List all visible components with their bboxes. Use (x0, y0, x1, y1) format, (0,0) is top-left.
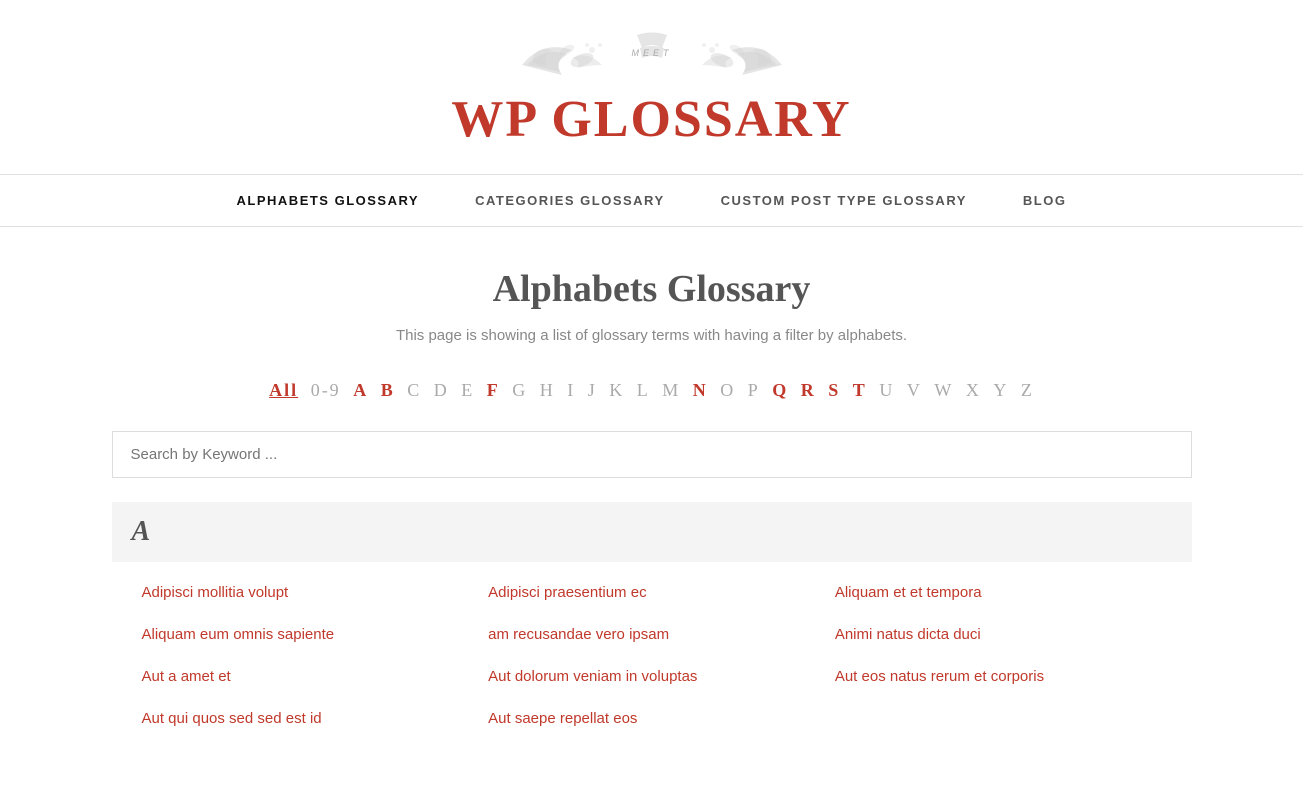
term-link[interactable]: Aut a amet et (142, 668, 231, 685)
nav-list: ALPHABETS GLOSSARYCATEGORIES GLOSSARYCUS… (0, 175, 1303, 226)
alphabet-filter-item[interactable]: M (659, 378, 683, 402)
alphabet-filter-item[interactable]: I (564, 378, 578, 402)
alphabet-filter-item[interactable]: T (850, 378, 870, 402)
glossary-sections: A Adipisci mollitia volupt Adipisci praese… (112, 502, 1192, 760)
section-header: A (112, 502, 1192, 562)
term-cell: Adipisci praesentium ec (478, 572, 825, 614)
alphabet-filter-item[interactable]: D (431, 378, 452, 402)
term-cell: Aut saepe repellat eos (478, 698, 825, 740)
alphabet-filter-item[interactable]: L (634, 378, 653, 402)
table-row: Aliquam eum omnis sapiente am recusandae … (132, 614, 1172, 656)
term-cell: Aut qui quos sed sed est id (132, 698, 479, 740)
term-cell: Adipisci mollitia volupt (132, 572, 479, 614)
alphabet-filter-item[interactable]: X (963, 378, 984, 402)
term-link[interactable]: Adipisci mollitia volupt (142, 584, 289, 601)
term-cell: Aut a amet et (132, 656, 479, 698)
term-link[interactable]: Animi natus dicta duci (835, 626, 981, 643)
alphabet-filter-item[interactable]: Q (769, 378, 791, 402)
alphabet-filter-item[interactable]: A (350, 378, 371, 402)
alphabet-filter-item[interactable]: All (266, 378, 301, 402)
alphabet-filter-item[interactable]: U (876, 378, 897, 402)
nav-link[interactable]: ALPHABETS GLOSSARY (209, 175, 448, 226)
section-letter: A (132, 516, 151, 547)
term-cell: Aut dolorum veniam in voluptas (478, 656, 825, 698)
term-cell: am recusandae vero ipsam (478, 614, 825, 656)
term-link[interactable]: Aut eos natus rerum et corporis (835, 668, 1044, 685)
alphabet-filter-item[interactable]: Z (1018, 378, 1037, 402)
alphabet-filter-item[interactable]: P (745, 378, 763, 402)
svg-text:MEET: MEET (631, 48, 672, 58)
nav-link[interactable]: CUSTOM POST TYPE GLOSSARY (693, 175, 995, 226)
nav-link[interactable]: CATEGORIES GLOSSARY (447, 175, 693, 226)
logo-ornament-svg: MEET (512, 30, 792, 100)
table-row: Aut a amet et Aut dolorum veniam in volup… (132, 656, 1172, 698)
table-row: Adipisci mollitia volupt Adipisci praesen… (132, 572, 1172, 614)
term-link[interactable]: Aut dolorum veniam in voluptas (488, 668, 697, 685)
alphabet-filter-item[interactable]: J (585, 378, 600, 402)
search-input[interactable] (112, 431, 1192, 478)
logo-ornament-container: MEET (20, 30, 1283, 100)
term-link[interactable]: Adipisci praesentium ec (488, 584, 646, 601)
logo-title: WP GLOSSARY (20, 94, 1283, 146)
alphabet-filter-item[interactable]: K (606, 378, 627, 402)
term-grid: Adipisci mollitia volupt Adipisci praesen… (112, 562, 1192, 760)
term-link[interactable]: Aliquam eum omnis sapiente (142, 626, 335, 643)
page-title: Alphabets Glossary (112, 267, 1192, 311)
alphabet-filter-item[interactable]: R (798, 378, 819, 402)
table-row: Aut qui quos sed sed est id Aut saepe rep… (132, 698, 1172, 740)
alphabet-filter-item[interactable]: Y (990, 378, 1011, 402)
main-content: Alphabets Glossary This page is showing … (52, 227, 1252, 800)
site-nav: ALPHABETS GLOSSARYCATEGORIES GLOSSARYCUS… (0, 174, 1303, 227)
term-cell: Aut eos natus rerum et corporis (825, 656, 1172, 698)
term-link[interactable]: am recusandae vero ipsam (488, 626, 669, 643)
term-cell: Animi natus dicta duci (825, 614, 1172, 656)
page-wrapper: MEET WP GLOSSARY ALPHABETS GLOSSARYCATEG… (0, 0, 1303, 800)
site-header: MEET WP GLOSSARY (0, 0, 1303, 156)
term-cell: Aliquam et et tempora (825, 572, 1172, 614)
nav-link[interactable]: BLOG (995, 175, 1095, 226)
alphabet-filter-item[interactable]: F (484, 378, 503, 402)
alphabet-filter-item[interactable]: 0-9 (308, 378, 344, 402)
alphabet-filter-item[interactable]: W (931, 378, 956, 402)
alphabet-filter-item[interactable]: G (509, 378, 530, 402)
alphabet-filter-item[interactable]: N (690, 378, 711, 402)
alphabet-filter-item[interactable]: H (537, 378, 558, 402)
term-cell (825, 698, 1172, 740)
page-subtitle: This page is showing a list of glossary … (112, 327, 1192, 344)
term-link[interactable]: Aut saepe repellat eos (488, 710, 637, 727)
term-cell: Aliquam eum omnis sapiente (132, 614, 479, 656)
alphabet-filter-item[interactable]: C (404, 378, 424, 402)
alphabet-filter-item[interactable]: V (904, 378, 925, 402)
alphabet-filter-item[interactable]: B (378, 378, 398, 402)
term-link[interactable]: Aut qui quos sed sed est id (142, 710, 322, 727)
alphabet-filter: All 0-9 A B C D E F G H I J K L M N O P … (112, 380, 1192, 401)
alphabet-filter-item[interactable]: E (458, 378, 477, 402)
term-link[interactable]: Aliquam et et tempora (835, 584, 982, 601)
alphabet-filter-item[interactable]: S (825, 378, 843, 402)
alphabet-filter-item[interactable]: O (717, 378, 738, 402)
